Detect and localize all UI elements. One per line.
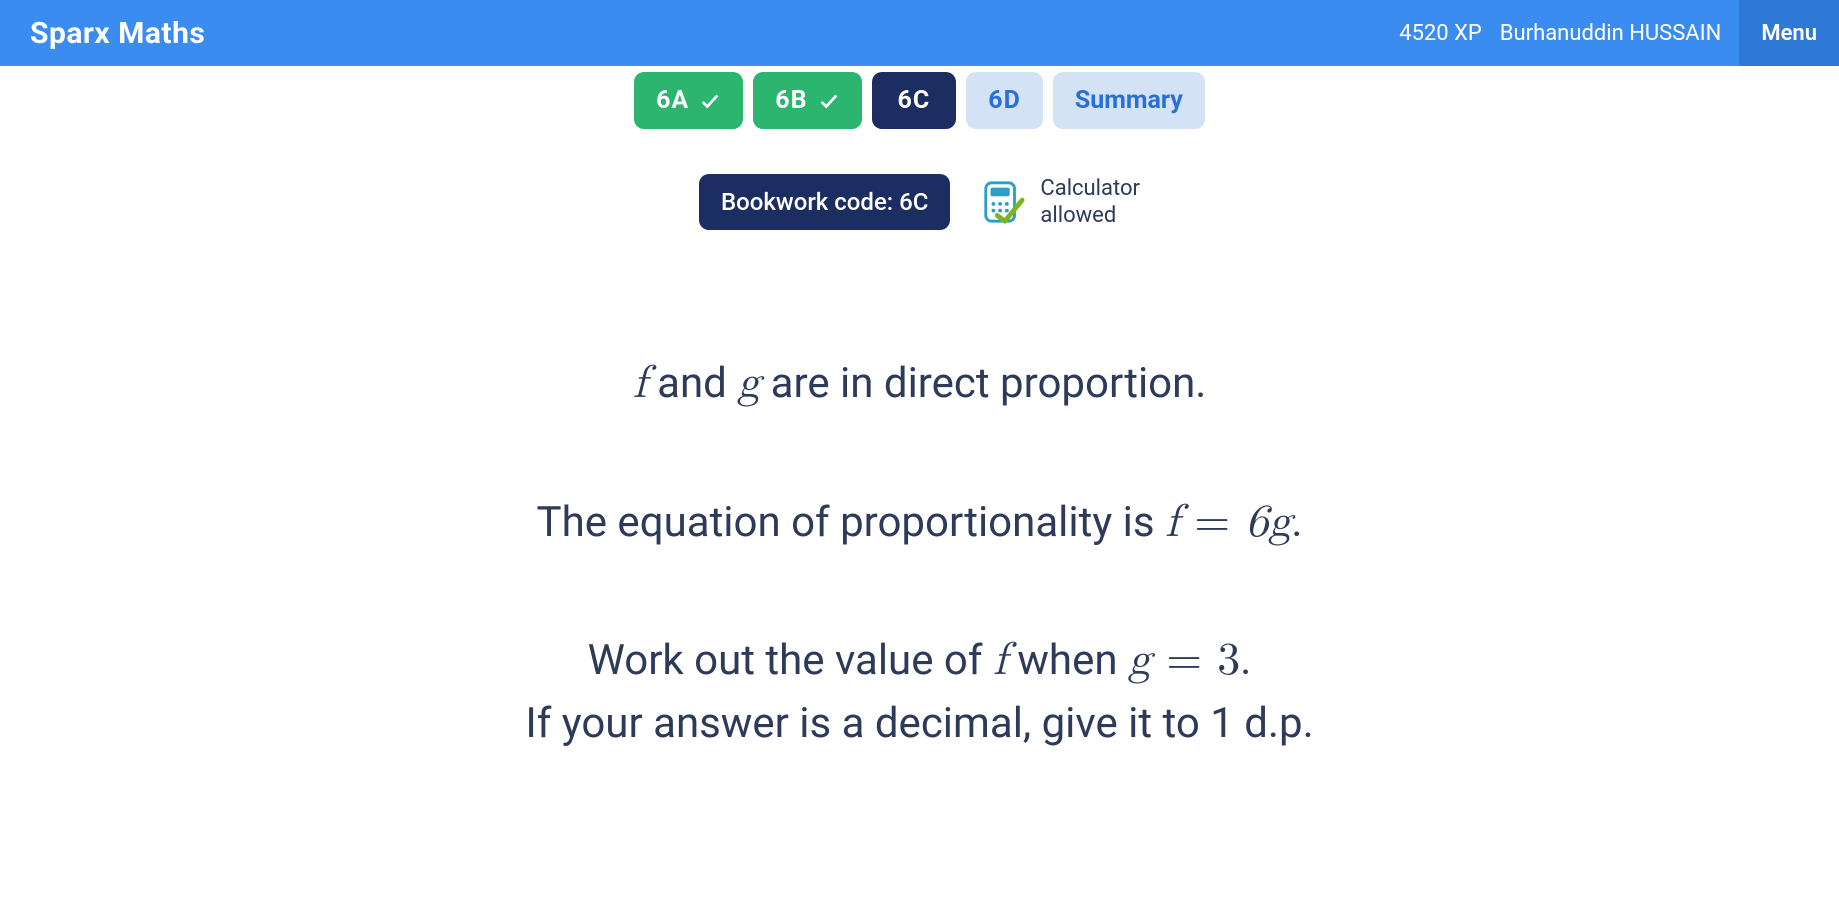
- question-tabs: 6A 6B 6C 6D Summary: [0, 72, 1839, 129]
- math-eq-sign: =: [1179, 499, 1245, 545]
- question-body: f and g are in direct proportion. The eq…: [0, 350, 1839, 755]
- tab-6b[interactable]: 6B: [753, 72, 861, 129]
- calculator-text-line2: allowed: [1040, 202, 1140, 230]
- xp-counter: 4520 XP: [1399, 21, 1482, 46]
- text: The equation of proportionality is: [537, 498, 1165, 547]
- check-icon: [699, 90, 721, 112]
- math-var-f: f: [993, 637, 1007, 683]
- menu-button[interactable]: Menu: [1739, 0, 1839, 66]
- question-line-3: Work out the value of f when g = 3. If y…: [0, 627, 1839, 755]
- tab-6d[interactable]: 6D: [966, 72, 1043, 129]
- text: If your answer is a decimal, give it to …: [525, 699, 1313, 748]
- calculator-text-line1: Calculator: [1040, 175, 1140, 203]
- calculator-icon: [980, 179, 1026, 225]
- math-eq-lhs: g: [1128, 637, 1151, 683]
- header-right: 4520 XP Burhanuddin HUSSAIN Menu: [1399, 0, 1839, 66]
- app-header: Sparx Maths 4520 XP Burhanuddin HUSSAIN …: [0, 0, 1839, 66]
- tab-label: Summary: [1075, 86, 1183, 115]
- question-line-1: f and g are in direct proportion.: [0, 350, 1839, 417]
- math-eq-sign: =: [1151, 637, 1217, 683]
- question-line-2: The equation of proportionality is f = 6…: [0, 489, 1839, 556]
- tab-label: 6D: [988, 86, 1021, 115]
- bookwork-code: Bookwork code: 6C: [699, 174, 950, 230]
- tab-label: 6A: [656, 86, 689, 115]
- text: when: [1007, 636, 1128, 685]
- text: are in direct proportion.: [760, 359, 1206, 408]
- math-eq-rhs: 3: [1217, 637, 1240, 683]
- brand-logo[interactable]: Sparx Maths: [30, 16, 205, 51]
- tab-6a[interactable]: 6A: [634, 72, 743, 129]
- calculator-text: Calculator allowed: [1040, 175, 1140, 230]
- math-var-g: g: [737, 360, 760, 406]
- text: and: [647, 359, 738, 408]
- text: .: [1240, 636, 1251, 685]
- check-icon: [818, 90, 840, 112]
- username-label: Burhanuddin HUSSAIN: [1500, 21, 1722, 46]
- math-eq-lhs: f: [1165, 499, 1179, 545]
- text: Work out the value of: [588, 636, 993, 685]
- tab-summary[interactable]: Summary: [1053, 72, 1205, 129]
- tab-label: 6B: [775, 86, 807, 115]
- math-var-f: f: [633, 360, 647, 406]
- info-row: Bookwork code: 6C Calculator allowed: [0, 174, 1839, 230]
- text: .: [1291, 498, 1302, 547]
- math-eq-rhs: 6g: [1245, 499, 1291, 545]
- calculator-allowed: Calculator allowed: [980, 175, 1140, 230]
- tab-label: 6C: [898, 86, 931, 115]
- tab-6c[interactable]: 6C: [872, 72, 957, 129]
